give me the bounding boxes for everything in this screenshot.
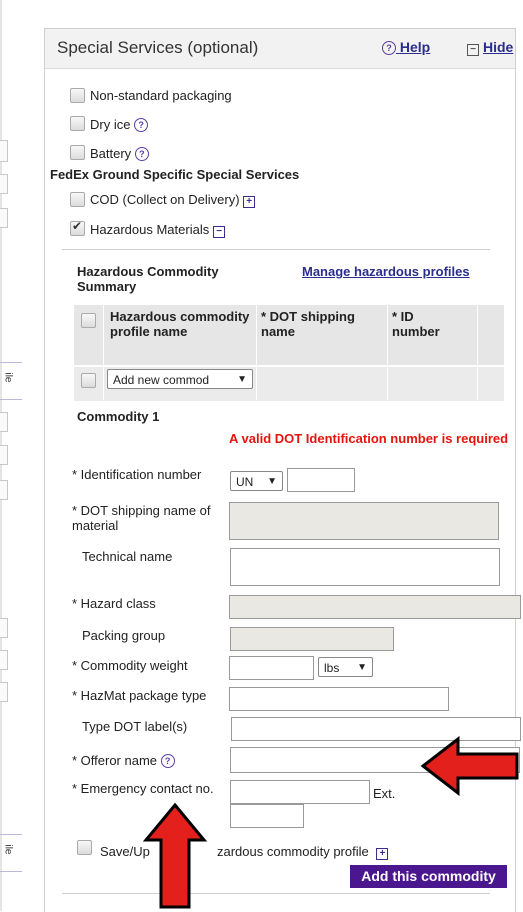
plus-box-icon[interactable]: +	[243, 196, 256, 208]
minus-box-icon[interactable]: −	[213, 226, 226, 238]
dropdown-arrow-icon: ▼	[237, 374, 247, 385]
edge-control	[0, 480, 8, 500]
red-arrow-icon	[420, 736, 519, 796]
battery-label: Battery ?	[90, 146, 149, 161]
ground-services-title: FedEx Ground Specific Special Services	[50, 167, 300, 182]
red-arrow-icon	[143, 802, 207, 909]
emergency-contact-input[interactable]	[230, 780, 370, 804]
commodity-weight-label: * Commodity weight	[72, 658, 188, 673]
manage-hazardous-profiles-link[interactable]: Manage hazardous profiles	[302, 264, 470, 279]
select-all-checkbox[interactable]	[81, 313, 96, 328]
dot-shipping-name-label: * DOT shipping name of material	[72, 503, 211, 533]
edge-control	[0, 682, 8, 702]
id-prefix-select[interactable]: UN ▼	[230, 471, 283, 491]
save-profile-label-end: zardous commodity profile +	[217, 844, 389, 860]
edge-control	[0, 412, 8, 432]
help-link[interactable]: ? Help	[382, 39, 430, 55]
section-divider	[62, 893, 490, 894]
column-separator	[256, 305, 257, 400]
hide-label: Hide	[483, 39, 514, 55]
edge-tab-fragment: ile	[0, 834, 22, 872]
identification-number-label: * Identification number	[72, 467, 202, 482]
id-error-message: A valid DOT Identification number is req…	[229, 431, 509, 446]
non-standard-packaging-checkbox[interactable]	[70, 88, 85, 103]
hazardous-materials-label: Hazardous Materials −	[90, 222, 226, 238]
help-circle-icon: ?	[382, 41, 396, 55]
help-label: Help	[399, 39, 431, 55]
hazmat-package-type-input[interactable]	[229, 687, 449, 711]
edge-control	[0, 650, 8, 670]
cod-label: COD (Collect on Delivery) +	[90, 192, 256, 208]
technical-name-label: Technical name	[82, 549, 173, 564]
hazmat-package-type-label: * HazMat package type	[72, 688, 207, 703]
column-separator	[477, 305, 478, 400]
help-circle-icon[interactable]: ?	[134, 118, 149, 132]
weight-unit-select[interactable]: lbs ▼	[318, 657, 373, 677]
help-circle-icon[interactable]: ?	[134, 147, 149, 161]
battery-checkbox[interactable]	[70, 145, 85, 160]
dry-ice-checkbox[interactable]	[70, 116, 85, 131]
technical-name-input[interactable]	[230, 548, 500, 586]
minus-box-icon: −	[467, 44, 479, 56]
edge-control	[0, 140, 8, 162]
type-dot-labels-label: Type DOT label(s)	[82, 719, 188, 734]
column-header-id-number: * ID number	[392, 309, 440, 339]
add-new-commodity-select[interactable]: Add new commod ▼	[107, 369, 253, 389]
emergency-contact-ext-input[interactable]	[230, 804, 304, 828]
help-circle-icon[interactable]: ?	[160, 754, 175, 768]
commodity-title: Commodity 1	[77, 409, 160, 424]
column-header-profile-name: Hazardous commodity profile name	[110, 309, 250, 339]
ext-label: Ext.	[373, 786, 396, 801]
dropdown-arrow-icon: ▼	[357, 662, 367, 673]
dry-ice-label: Dry ice ?	[90, 117, 149, 132]
commodity-weight-input[interactable]	[229, 656, 314, 680]
hazardous-summary-title: Hazardous Commodity Summary	[77, 264, 219, 294]
hazard-class-input	[229, 595, 521, 619]
offeror-name-label: * Offeror name ?	[72, 753, 175, 768]
section-divider	[62, 249, 490, 250]
row-checkbox[interactable]	[81, 373, 96, 388]
plus-box-icon[interactable]: +	[376, 848, 389, 860]
edge-control	[0, 208, 8, 228]
identification-number-input[interactable]	[287, 468, 355, 492]
edge-control	[0, 445, 8, 465]
dot-shipping-name-input	[229, 502, 499, 540]
emergency-contact-label: * Emergency contact no.	[72, 781, 214, 796]
non-standard-packaging-label: Non-standard packaging	[90, 88, 232, 103]
hide-link[interactable]: − Hide	[467, 39, 513, 56]
edge-control	[0, 174, 8, 194]
hazard-class-label: * Hazard class	[72, 596, 156, 611]
save-profile-checkbox[interactable]	[77, 840, 92, 855]
edge-control	[0, 618, 8, 638]
packing-group-label: Packing group	[82, 628, 166, 643]
panel-header: Special Services (optional) ? Help − Hide	[45, 29, 515, 69]
column-separator	[387, 305, 388, 400]
column-header-dot-name: * DOT shipping name	[261, 309, 355, 339]
column-separator	[103, 305, 104, 400]
packing-group-input	[230, 627, 394, 651]
cod-checkbox[interactable]	[70, 192, 85, 207]
dropdown-arrow-icon: ▼	[267, 476, 277, 487]
hazardous-materials-checkbox[interactable]	[70, 219, 85, 236]
edge-tab-fragment: ile	[0, 362, 22, 400]
add-this-commodity-button[interactable]: Add this commodity	[350, 865, 507, 888]
panel-title: Special Services (optional)	[57, 38, 259, 57]
